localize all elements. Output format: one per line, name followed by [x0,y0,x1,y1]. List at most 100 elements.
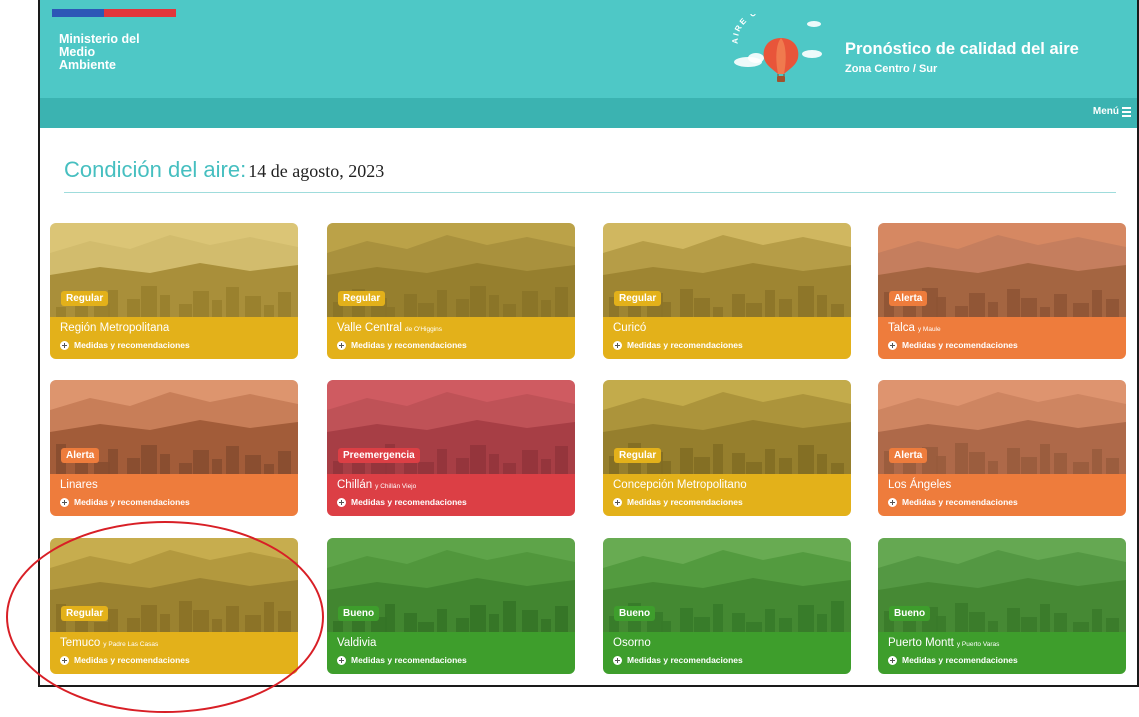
card-info: Osorno Medidas y recomendaciones [603,632,851,674]
plus-circle-icon [613,340,622,350]
city-name[interactable]: Los Ángeles [888,479,951,491]
city-name-text: Linares [60,479,98,491]
chile-flag-stripe [52,9,176,17]
menu-label: Menú [1092,106,1119,117]
city-name[interactable]: Linares [60,479,98,491]
hamburger-icon [1122,106,1131,117]
card-info: Talca y Maule Medidas y recomendaciones [878,317,1126,359]
status-badge: Alerta [889,448,928,463]
city-name[interactable]: Región Metropolitana [60,322,169,334]
city-name-text: Valle Central [337,322,402,334]
city-name-text: Chillán [337,479,373,491]
recommendations-label: Medidas y recomendaciones [627,497,743,507]
city-name-suffix: y Padre Las Casas [103,641,159,648]
plus-circle-icon [337,340,346,350]
recommendations-link[interactable]: Medidas y recomendaciones [60,340,190,350]
city-name-text: Región Metropolitana [60,322,170,334]
recommendations-link[interactable]: Medidas y recomendaciones [337,340,467,350]
city-name-suffix: y Puerto Varas [956,641,1000,648]
card-info: Curicó Medidas y recomendaciones [603,317,851,359]
recommendations-link[interactable]: Medidas y recomendaciones [337,655,467,665]
recommendations-link[interactable]: Medidas y recomendaciones [613,655,743,665]
recommendations-link[interactable]: Medidas y recomendaciones [613,340,743,350]
city-name[interactable]: Valdivia [337,637,376,649]
card-info: Los Ángeles Medidas y recomendaciones [878,474,1126,516]
plus-circle-icon [613,497,622,507]
city-card[interactable]: Regular Región Metropolitana Medidas y rec… [50,223,298,359]
city-card[interactable]: Bueno Osorno Medidas y recomendaciones [603,538,851,674]
city-name[interactable]: Temuco y Padre Las Casas [60,637,158,649]
city-card[interactable]: Regular Temuco y Padre Las Casas Medidas y … [50,538,298,674]
city-name-text: Temuco [60,637,101,649]
recommendations-label: Medidas y recomendaciones [74,497,190,507]
city-name-text: Osorno [613,637,651,649]
city-name[interactable]: Chillán y Chillán Viejo [337,479,416,491]
card-info: Valle Central de O'Higgins Medidas y recom… [327,317,575,359]
heading-divider [64,192,1116,193]
card-info: Valdivia Medidas y recomendaciones [327,632,575,674]
recommendations-link[interactable]: Medidas y recomendaciones [60,497,190,507]
city-name[interactable]: Valle Central de O'Higgins [337,322,442,334]
card-info: Concepción Metropolitano Medidas y recome… [603,474,851,516]
top-header: Ministerio del Medio Ambiente AIRE CHILE… [40,0,1137,98]
city-card[interactable]: Regular Valle Central de O'Higgins Medidas … [327,223,575,359]
recommendations-link[interactable]: Medidas y recomendaciones [60,655,190,665]
city-name-suffix: de O'Higgins [405,326,443,333]
city-name-suffix: y Maule [917,326,941,333]
card-info: Temuco y Padre Las Casas Medidas y recomen… [50,632,298,674]
recommendations-label: Medidas y recomendaciones [902,340,1018,350]
city-name[interactable]: Talca y Maule [888,322,941,334]
recommendations-label: Medidas y recomendaciones [351,655,467,665]
card-info: Linares Medidas y recomendaciones [50,474,298,516]
plus-circle-icon [888,497,897,507]
city-card[interactable]: Bueno Puerto Montt y Puerto Varas Medidas y… [878,538,1126,674]
nav-bar: Menú [40,98,1137,128]
city-name[interactable]: Concepción Metropolitano [613,479,747,491]
city-name[interactable]: Curicó [613,322,646,334]
recommendations-link[interactable]: Medidas y recomendaciones [337,497,467,507]
recommendations-link[interactable]: Medidas y recomendaciones [613,497,743,507]
heading-date: 14 de agosto, 2023 [248,161,385,181]
card-info: Chillán y Chillán Viejo Medidas y recomend… [327,474,575,516]
city-card[interactable]: Alerta Los Ángeles Medidas y recomendacion… [878,380,1126,516]
city-name-text: Puerto Montt [888,637,954,649]
ministry-logo-text[interactable]: Ministerio del Medio Ambiente [59,33,140,72]
recommendations-link[interactable]: Medidas y recomendaciones [888,655,1018,665]
status-badge: Regular [61,291,109,306]
card-info: Puerto Montt y Puerto Varas Medidas y reco… [878,632,1126,674]
plus-circle-icon [613,655,622,665]
city-name-text: Concepción Metropolitano [613,479,747,491]
city-card[interactable]: Regular Concepción Metropolitano Medidas y… [603,380,851,516]
recommendations-label: Medidas y recomendaciones [74,655,190,665]
city-name-text: Talca [888,322,915,334]
city-name-text: Los Ángeles [888,479,952,491]
plus-circle-icon [60,340,69,350]
status-badge: Regular [61,606,109,621]
city-card[interactable]: Alerta Linares Medidas y recomendaciones [50,380,298,516]
city-card[interactable]: Regular Curicó Medidas y recomendaciones [603,223,851,359]
card-info: Región Metropolitana Medidas y recomendac… [50,317,298,359]
recommendations-label: Medidas y recomendaciones [351,340,467,350]
plus-circle-icon [888,340,897,350]
recommendations-link[interactable]: Medidas y recomendaciones [888,497,1018,507]
city-card[interactable]: Bueno Valdivia Medidas y recomendaciones [327,538,575,674]
city-card[interactable]: Preemergencia Chillán y Chillán Viejo Medid… [327,380,575,516]
recommendations-label: Medidas y recomendaciones [351,497,467,507]
menu-button[interactable]: Menú [1093,106,1131,117]
recommendations-label: Medidas y recomendaciones [74,340,190,350]
status-badge: Regular [614,291,662,306]
status-badge: Regular [338,291,386,306]
recommendations-label: Medidas y recomendaciones [627,340,743,350]
plus-circle-icon [60,497,69,507]
site-title: Pronóstico de calidad del aire [845,40,1079,58]
recommendations-label: Medidas y recomendaciones [902,497,1018,507]
city-card[interactable]: Alerta Talca y Maule Medidas y recomendacio… [878,223,1126,359]
plus-circle-icon [60,655,69,665]
city-name[interactable]: Puerto Montt y Puerto Varas [888,637,999,649]
recommendations-link[interactable]: Medidas y recomendaciones [888,340,1018,350]
app-frame: Ministerio del Medio Ambiente AIRE CHILE… [38,0,1139,687]
plus-circle-icon [337,497,346,507]
plus-circle-icon [337,655,346,665]
city-name[interactable]: Osorno [613,637,651,649]
recommendations-label: Medidas y recomendaciones [627,655,743,665]
